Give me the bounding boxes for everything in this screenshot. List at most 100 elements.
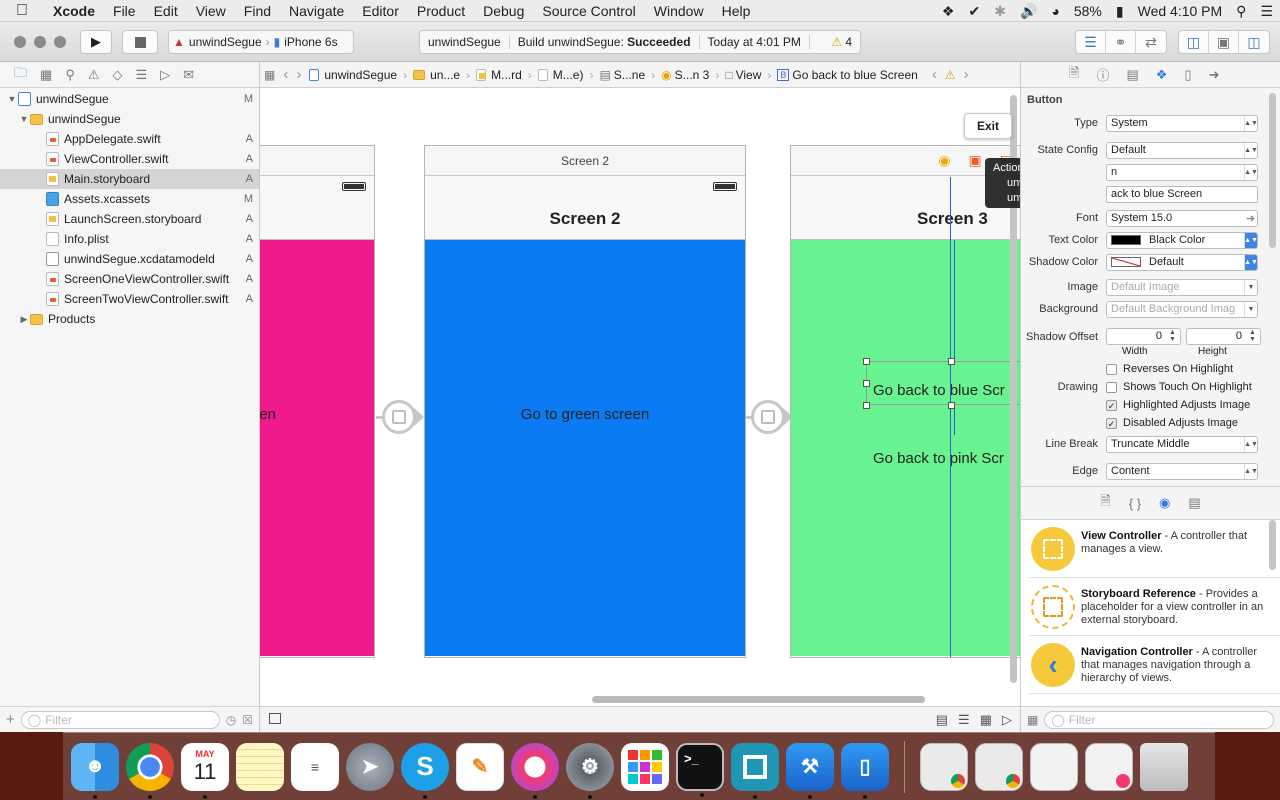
screen-three-view[interactable]: Go back to blue Scr Go back to pink Scr (791, 240, 1020, 656)
pin-icon[interactable]: ▦ (980, 712, 992, 728)
tree-row-file[interactable]: LaunchScreen.storyboard A (0, 209, 259, 229)
highlighted-adjusts-image-checkbox[interactable]: ✓ Highlighted Adjusts Image (1106, 399, 1250, 411)
menu-clock[interactable]: Wed 4:10 PM (1131, 3, 1230, 19)
menu-file[interactable]: File (104, 3, 145, 19)
menu-edit[interactable]: Edit (145, 3, 187, 19)
apple-menu-icon[interactable]:  (0, 2, 44, 20)
volume-icon[interactable]: 🔊 (1013, 3, 1044, 20)
code-snippet-library-icon[interactable]: { } (1129, 496, 1141, 511)
xcode-app-icon[interactable]: ⚒ (786, 742, 834, 799)
spotlight-icon[interactable]: ⚲ (1229, 3, 1253, 20)
quick-help-icon[interactable]: ⓘ (1096, 65, 1109, 84)
state-config-popup[interactable]: Default ▲▼ (1106, 141, 1258, 159)
minimized-window-thumbnail[interactable] (1030, 742, 1078, 791)
scene-screen-one[interactable]: en (260, 145, 375, 658)
tree-row-project[interactable]: ▼ unwindSegue M (0, 89, 259, 109)
screen-two-view[interactable]: Go to green screen (425, 240, 745, 656)
skype-app-icon[interactable]: S (401, 742, 449, 799)
stepper-icon[interactable]: ▲ ▼ (1169, 329, 1176, 343)
media-library-icon[interactable]: ▤ (1188, 495, 1200, 511)
notes-app-icon[interactable] (236, 742, 284, 791)
object-library-icon[interactable]: ◉ (1159, 495, 1170, 511)
tree-row-group[interactable]: ▼ unwindSegue (0, 109, 259, 129)
image-combo[interactable]: Default Image ▼ (1106, 278, 1258, 296)
font-field[interactable]: System 15.0 ➜ (1106, 209, 1258, 227)
menu-debug[interactable]: Debug (474, 3, 533, 19)
breadcrumb-base[interactable]: M...e) (534, 68, 588, 82)
identity-inspector-icon[interactable]: ▤ (1126, 67, 1138, 83)
menu-product[interactable]: Product (408, 3, 474, 19)
search-icon[interactable]: ⚲ (65, 67, 75, 83)
finder-app-icon[interactable]: ☻ (71, 742, 119, 799)
bluetooth-icon[interactable]: ✱ (987, 3, 1013, 20)
tree-row-file[interactable]: Assets.xcassets M (0, 189, 259, 209)
title-type-popup[interactable]: n ▲▼ (1106, 163, 1258, 181)
run-button[interactable]: ▶ (80, 30, 112, 54)
breadcrumb-controller[interactable]: ◉ S...n 3 (657, 68, 713, 82)
utilities-toggle-icon[interactable]: ◫ (1239, 31, 1269, 53)
line-break-popup[interactable]: Truncate Middle ▲▼ (1106, 435, 1258, 453)
issue-navigator-icon[interactable]: ⚠ (88, 67, 100, 83)
tree-row-file-selected[interactable]: Main.storyboard A (0, 169, 259, 189)
tree-row-file[interactable]: AppDelegate.swift A (0, 129, 259, 149)
library-scrollbar[interactable] (1269, 520, 1276, 570)
back-arrow-icon[interactable]: ‹ (279, 66, 292, 83)
disclosure-closed-icon[interactable]: ▶ (18, 314, 30, 325)
file-inspector-icon[interactable]: 🗎 (1069, 64, 1079, 86)
screen-one-view[interactable]: en (260, 240, 374, 656)
resize-handle[interactable] (863, 380, 870, 387)
add-icon[interactable]: + (6, 711, 15, 728)
stack-icon[interactable]: ▤ (936, 712, 948, 728)
resize-handle[interactable] (948, 402, 955, 409)
background-combo[interactable]: Default Background Imag ▼ (1106, 300, 1258, 318)
wifi-icon[interactable]: ◕ (1044, 3, 1066, 19)
menu-app[interactable]: Xcode (44, 3, 104, 19)
tree-row-group[interactable]: ▶ Products (0, 309, 259, 329)
menu-navigate[interactable]: Navigate (280, 3, 353, 19)
grid-view-icon[interactable]: ▦ (1027, 713, 1038, 727)
segue-connector[interactable] (751, 400, 785, 434)
screen-one-button[interactable]: en (260, 406, 374, 423)
reverses-on-highlight-checkbox[interactable]: Reverses On Highlight (1106, 363, 1233, 375)
document-outline-toggle-icon[interactable] (269, 713, 281, 724)
warning-indicator[interactable]: ⚠ 4 (832, 35, 860, 49)
breadcrumb-storyboard[interactable]: M...rd (472, 68, 526, 82)
shadow-color-popup[interactable]: Default ▲▼ (1106, 253, 1258, 271)
disclosure-open-icon[interactable]: ▼ (18, 114, 30, 124)
close-window-button[interactable] (14, 36, 26, 48)
standard-editor-icon[interactable]: ☰ (1076, 31, 1106, 53)
calendar-app-icon[interactable]: MAY 11 (181, 742, 229, 799)
itunes-app-icon[interactable]: ♫ (511, 742, 559, 799)
menu-window[interactable]: Window (645, 3, 713, 19)
minimized-window-thumbnail[interactable] (920, 742, 968, 791)
related-items-icon[interactable]: ▦ (260, 68, 279, 82)
symbol-navigator-icon[interactable]: ▦ (40, 67, 52, 83)
minimized-window-thumbnail[interactable] (975, 742, 1023, 791)
zoom-window-button[interactable] (54, 36, 66, 48)
trash-icon[interactable] (1140, 742, 1188, 791)
storyboard-canvas[interactable]: en Screen 2 Screen 2 Go to green screen … (260, 88, 1020, 706)
first-responder-icon[interactable]: ▣ (969, 152, 982, 169)
sourcetree-app-icon[interactable] (731, 742, 779, 799)
forward-arrow-icon[interactable]: › (292, 66, 305, 83)
view-controller-icon[interactable]: ◉ (938, 152, 950, 169)
check-circle-icon[interactable]: ✔ (961, 3, 987, 20)
scene-screen-two[interactable]: Screen 2 Screen 2 Go to green screen (424, 145, 746, 658)
breadcrumb-project[interactable]: unwindSegue (305, 68, 401, 82)
inspector-scrollbar[interactable] (1269, 93, 1276, 248)
assistant-editor-icon[interactable]: ⚭ (1106, 31, 1136, 53)
menu-source-control[interactable]: Source Control (533, 3, 644, 19)
stop-button[interactable] (122, 30, 158, 54)
test-navigator-icon[interactable]: ◇ (113, 67, 123, 83)
file-template-library-icon[interactable]: 🗎 (1100, 492, 1110, 514)
pages-app-icon[interactable]: ✎ (456, 742, 504, 791)
navigator-toggle-icon[interactable]: ◫ (1179, 31, 1209, 53)
menu-help[interactable]: Help (713, 3, 760, 19)
resize-handle[interactable] (863, 402, 870, 409)
system-preferences-app-icon[interactable]: ⚙ (566, 742, 614, 799)
scm-filter-icon[interactable]: ☒ (242, 713, 253, 727)
connections-inspector-icon[interactable]: ➜ (1209, 67, 1220, 83)
library-filter-field[interactable]: ◯ Filter (1044, 710, 1274, 729)
menu-find[interactable]: Find (235, 3, 280, 19)
type-popup[interactable]: System ▲▼ (1106, 114, 1258, 132)
